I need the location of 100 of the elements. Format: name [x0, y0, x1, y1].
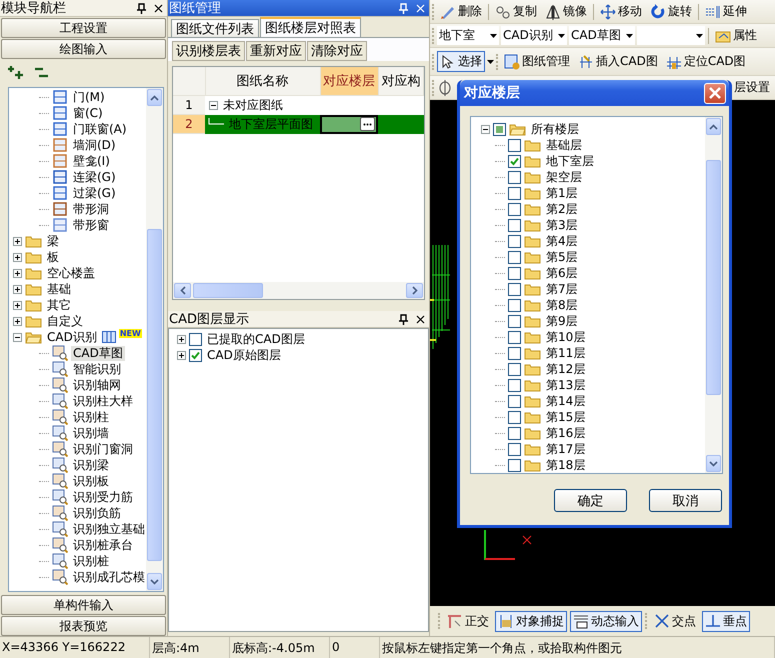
expand-all-icon[interactable] — [7, 65, 25, 81]
expand-icon[interactable] — [13, 252, 22, 262]
nav-button[interactable]: 工程设置 — [1, 18, 166, 38]
checkbox[interactable] — [508, 442, 521, 456]
tree-item[interactable]: 第12层 — [544, 362, 588, 376]
tree-item[interactable]: 第6层 — [544, 266, 580, 280]
toolbar-button[interactable]: 删除 — [437, 1, 485, 22]
tree-item[interactable]: 第17层 — [544, 442, 588, 456]
checkbox[interactable] — [508, 250, 521, 264]
toolbar-button[interactable]: 交点 — [651, 610, 699, 632]
collapse-icon[interactable] — [481, 124, 490, 134]
nav-button[interactable]: 单构件输入 — [1, 595, 166, 615]
checkbox[interactable] — [508, 202, 521, 216]
nav-button[interactable]: 报表预览 — [1, 616, 166, 636]
tree-item[interactable]: 第16层 — [544, 426, 588, 440]
toolbar-button[interactable]: 延伸 — [702, 1, 750, 22]
tree-item[interactable]: 第14层 — [544, 394, 588, 408]
nav-button[interactable]: 绘图输入 — [1, 39, 166, 59]
checkbox[interactable] — [508, 346, 521, 360]
tree-item[interactable]: 第4层 — [544, 234, 580, 248]
caret-icon[interactable] — [558, 34, 565, 38]
tab[interactable]: 图纸楼层对照表 — [260, 17, 361, 37]
toolbar-button[interactable]: 正交 — [444, 610, 492, 632]
tree-item[interactable]: 第2层 — [544, 202, 580, 216]
tree-item[interactable]: 窗(C) — [71, 106, 105, 120]
tree-item[interactable]: 第13层 — [544, 378, 588, 392]
tree-item[interactable]: 连梁(G) — [71, 170, 118, 184]
pin-icon[interactable] — [137, 2, 146, 14]
tree-item[interactable]: 板 — [45, 250, 61, 264]
more-button[interactable] — [360, 117, 375, 131]
scroll-right-icon[interactable] — [412, 286, 418, 295]
close-icon[interactable] — [154, 4, 163, 12]
tree-item[interactable]: 识别桩承台 — [71, 538, 135, 552]
checkbox[interactable] — [508, 154, 521, 168]
tree-item[interactable]: 识别桩 — [71, 554, 111, 568]
toolbar-button[interactable]: 对象捕捉 — [495, 610, 567, 632]
tree-item[interactable]: 门联窗(A) — [71, 122, 129, 136]
checkbox[interactable] — [493, 122, 506, 136]
toolbar-button[interactable]: 选择 — [437, 51, 485, 72]
layer-item[interactable]: CAD原始图层 — [205, 348, 283, 362]
tree-item[interactable]: CAD草图 — [71, 346, 125, 360]
toolbar-button[interactable]: 移动 — [597, 1, 645, 22]
tree-item[interactable]: 带形洞 — [71, 202, 111, 216]
scrollbar[interactable] — [146, 88, 163, 591]
checkbox[interactable] — [508, 266, 521, 280]
checkbox[interactable] — [508, 234, 521, 248]
expand-icon[interactable] — [177, 334, 186, 344]
expand-icon[interactable] — [177, 350, 186, 360]
dialog-button[interactable]: 确定 — [554, 489, 627, 512]
checkbox[interactable] — [508, 362, 521, 376]
tree-item[interactable]: 门(M) — [71, 90, 107, 104]
toolbar-button[interactable]: 属性 — [712, 25, 760, 46]
expand-icon[interactable] — [13, 316, 22, 326]
tree-item[interactable]: 自定义 — [45, 314, 85, 328]
tree-item[interactable]: 识别成孔芯模 — [71, 570, 146, 584]
scroll-up-icon[interactable] — [150, 94, 159, 100]
tree-item[interactable]: 识别梁 — [71, 458, 111, 472]
tree-item[interactable]: 识别负筋 — [71, 506, 123, 520]
expand-icon[interactable] — [13, 300, 22, 310]
expand-icon[interactable] — [13, 268, 22, 278]
checkbox[interactable] — [189, 332, 202, 346]
collapse-icon[interactable] — [13, 332, 22, 342]
tree-item[interactable]: CAD识别 — [45, 330, 99, 344]
checkbox[interactable] — [508, 218, 521, 232]
checkbox[interactable] — [508, 394, 521, 408]
tree-item[interactable]: 第10层 — [544, 330, 588, 344]
scroll-left-icon[interactable] — [180, 286, 186, 295]
toolbar-button[interactable]: 清除对应 — [307, 41, 367, 61]
layer-item[interactable]: 已提取的CAD图层 — [205, 332, 307, 346]
checkbox[interactable] — [508, 314, 521, 328]
tree-item[interactable]: 第11层 — [544, 346, 588, 360]
caret-icon[interactable] — [626, 34, 633, 38]
checkbox[interactable] — [508, 298, 521, 312]
scroll-down-icon[interactable] — [709, 460, 718, 466]
checkbox[interactable] — [508, 138, 521, 152]
tab[interactable]: 图纸文件列表 — [171, 19, 259, 37]
toolbar-button[interactable]: 识别楼层表 — [172, 41, 245, 61]
checkbox[interactable] — [508, 426, 521, 440]
checkbox[interactable] — [508, 330, 521, 344]
toolbar-button[interactable]: 层设置 — [732, 77, 772, 98]
tree-item[interactable]: 第7层 — [544, 282, 580, 296]
tree-item[interactable]: 识别柱大样 — [71, 394, 135, 408]
tree-item[interactable]: 壁龛(I) — [71, 154, 112, 168]
checkbox[interactable] — [189, 348, 202, 362]
column-header[interactable]: 对应构 — [378, 67, 424, 95]
tree-item[interactable]: 第15层 — [544, 410, 588, 424]
checkbox[interactable] — [508, 410, 521, 424]
scroll-down-icon[interactable] — [150, 578, 159, 584]
tree-item[interactable]: 识别轴网 — [71, 378, 123, 392]
tree-item[interactable]: 架空层 — [544, 170, 584, 184]
toolbar-button[interactable]: 定位CAD图 — [662, 51, 749, 72]
expand-icon[interactable] — [13, 284, 22, 294]
dialog-button[interactable]: 取消 — [649, 489, 722, 512]
collapse-icon[interactable] — [209, 100, 218, 110]
tree-item[interactable]: 基础层 — [544, 138, 584, 152]
column-header[interactable]: 图纸名称 — [205, 67, 320, 95]
close-icon[interactable] — [416, 314, 425, 324]
checkbox[interactable] — [508, 170, 521, 184]
tree-item[interactable]: 第5层 — [544, 250, 580, 264]
toolbar-button[interactable]: 图纸管理 — [501, 51, 573, 72]
